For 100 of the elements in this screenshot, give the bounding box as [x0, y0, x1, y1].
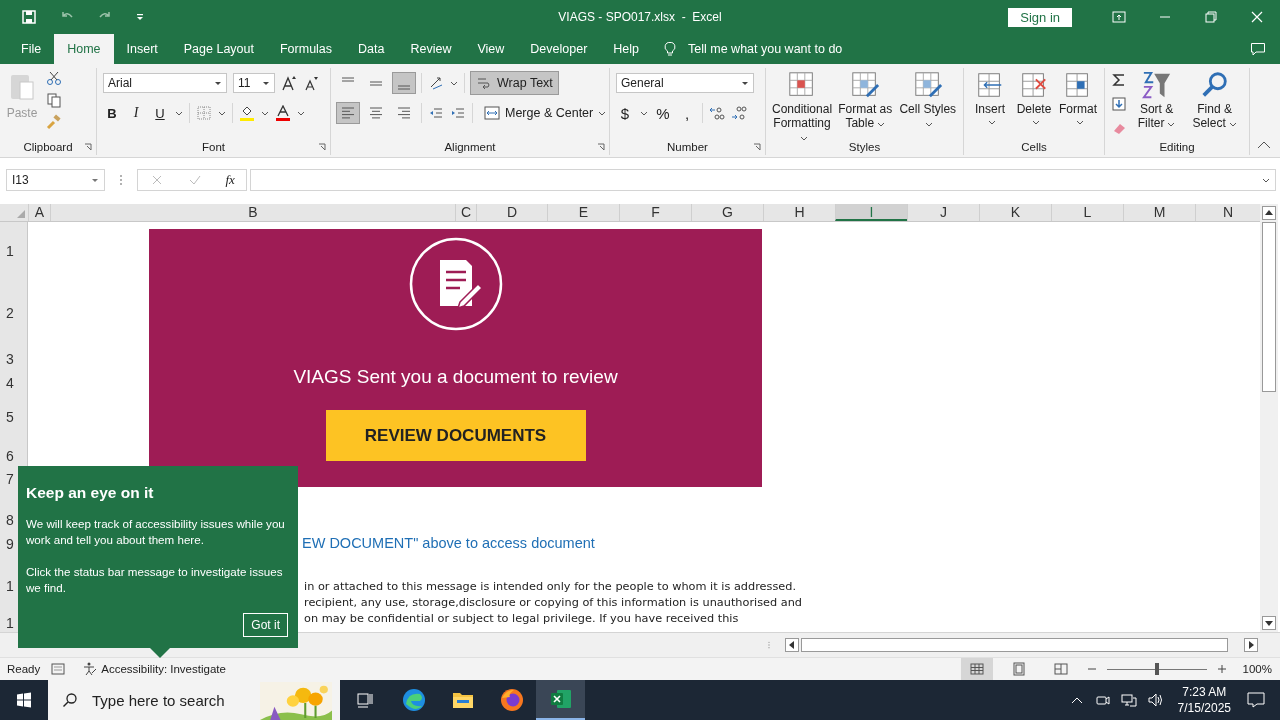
shrink-font-icon[interactable] — [303, 75, 319, 91]
got-it-button[interactable]: Got it — [243, 613, 288, 637]
row-header[interactable]: 5 — [6, 409, 14, 425]
styles-button[interactable]: Format as Table — [836, 70, 895, 130]
scrollbar-thumb[interactable] — [801, 638, 1228, 652]
copy-icon[interactable] — [46, 92, 62, 108]
underline-button[interactable]: U — [151, 103, 169, 123]
volume-icon[interactable] — [1146, 692, 1163, 708]
column-header[interactable]: J — [907, 204, 979, 221]
name-box[interactable]: I13 — [6, 169, 105, 191]
taskbar-search-field[interactable]: Type here to search — [48, 680, 340, 720]
scissors-icon[interactable] — [46, 70, 62, 86]
currency-button[interactable]: $ — [616, 103, 634, 123]
row-header[interactable]: 7 — [6, 471, 14, 487]
windows-start-icon[interactable] — [16, 692, 32, 708]
font-name-field[interactable]: Arial — [103, 73, 227, 93]
caret-icon[interactable] — [450, 79, 458, 87]
font-color-icon[interactable] — [275, 105, 291, 121]
ribbon-tab[interactable]: Home — [54, 34, 114, 64]
sigma-icon[interactable] — [1111, 72, 1127, 88]
column-header[interactable]: E — [547, 204, 619, 221]
row-header[interactable]: 1 — [6, 615, 14, 631]
italic-button[interactable]: I — [127, 103, 145, 123]
number-format-field[interactable]: General — [616, 73, 754, 93]
browser-icon[interactable] — [499, 688, 524, 712]
column-header[interactable]: A — [28, 204, 50, 221]
zoom-in-icon[interactable] — [1216, 664, 1227, 674]
increase-decimal-icon[interactable] — [709, 105, 725, 121]
increase-indent-icon[interactable] — [450, 105, 466, 121]
column-header[interactable]: M — [1123, 204, 1195, 221]
ribbon-tab[interactable]: File — [8, 34, 55, 64]
column-header[interactable]: C — [455, 204, 476, 221]
column-header[interactable]: I — [835, 204, 907, 221]
scroll-up-icon[interactable] — [1262, 206, 1276, 220]
customize-icon[interactable] — [135, 12, 145, 22]
ribbon-tab[interactable]: View — [464, 34, 518, 64]
column-header[interactable]: D — [476, 204, 547, 221]
styles-button[interactable]: Cell Styles — [898, 70, 957, 130]
editing-button[interactable]: Sort & Filter — [1131, 70, 1183, 130]
column-header[interactable]: B — [50, 204, 455, 221]
row-header[interactable]: 1 — [6, 578, 14, 594]
wrap-text-button[interactable]: Wrap Text — [471, 72, 558, 94]
caret-icon[interactable] — [218, 109, 226, 117]
bold-button[interactable]: B — [103, 103, 121, 123]
spreadsheet-app-icon[interactable] — [548, 687, 573, 711]
ribbon-tab[interactable]: Review — [397, 34, 465, 64]
insert-function-button[interactable]: fx — [225, 172, 235, 188]
network-icon[interactable] — [1120, 692, 1137, 708]
task-view-icon[interactable] — [354, 690, 375, 710]
clock-time[interactable]: 7:23 AM — [1182, 684, 1227, 700]
comment-icon[interactable] — [1250, 41, 1266, 57]
browser-icon[interactable] — [401, 688, 426, 712]
clock-date[interactable]: 7/15/2025 — [1177, 700, 1231, 716]
row-header[interactable]: 9 — [6, 536, 14, 552]
caret-icon[interactable] — [640, 109, 648, 117]
dialog-launcher-icon[interactable] — [318, 143, 326, 151]
caret-icon[interactable] — [175, 109, 183, 117]
zoom-slider[interactable] — [1106, 662, 1207, 676]
fill-color-icon[interactable] — [239, 105, 255, 121]
column-header[interactable]: L — [1051, 204, 1123, 221]
column-header[interactable]: F — [619, 204, 691, 221]
scroll-down-icon[interactable] — [1262, 616, 1276, 630]
ribbon-tab[interactable]: Page Layout — [170, 34, 267, 64]
grow-font-icon[interactable] — [281, 75, 297, 91]
editing-button[interactable]: Find & Select — [1186, 70, 1243, 130]
cells-button[interactable]: Insert — [970, 70, 1010, 126]
ribbon-tab[interactable]: Data — [345, 34, 398, 64]
cells-button[interactable]: Delete — [1014, 70, 1054, 126]
scroll-right-icon[interactable] — [1244, 638, 1258, 652]
row-header[interactable]: 3 — [6, 351, 14, 367]
close-icon[interactable] — [1249, 9, 1265, 25]
row-header[interactable]: 1 — [6, 243, 14, 259]
ribbon-tab[interactable]: Developer — [517, 34, 601, 64]
column-header[interactable]: G — [691, 204, 763, 221]
review-documents-button[interactable]: REVIEW DOCUMENTS — [325, 410, 586, 461]
horizontal-align-icon[interactable] — [337, 103, 359, 123]
ribbon-tab[interactable]: Help — [600, 34, 653, 64]
ribbon-tab[interactable]: Insert — [113, 34, 171, 64]
row-header[interactable]: 6 — [6, 448, 14, 464]
percent-button[interactable]: % — [654, 103, 672, 123]
fill-down-icon[interactable] — [1111, 96, 1127, 112]
decrease-decimal-icon[interactable] — [731, 105, 747, 121]
decrease-indent-icon[interactable] — [428, 105, 444, 121]
formula-input[interactable] — [250, 169, 1276, 191]
sign-in-button[interactable]: Sign in — [1008, 7, 1072, 27]
zoom-level-text[interactable]: 100% — [1242, 663, 1272, 675]
font-size-field[interactable]: 11 — [233, 73, 275, 93]
styles-button[interactable]: Conditional Formatting — [772, 70, 833, 144]
dialog-launcher-icon[interactable] — [597, 143, 605, 151]
scroll-left-icon[interactable] — [785, 638, 799, 652]
scrollbar-thumb[interactable] — [1262, 222, 1276, 392]
cells-button[interactable]: Format — [1058, 70, 1098, 126]
restore-icon[interactable] — [1203, 9, 1219, 25]
row-header[interactable]: 4 — [6, 375, 14, 391]
save-icon[interactable] — [21, 9, 37, 25]
column-header[interactable]: K — [979, 204, 1051, 221]
dialog-launcher-icon[interactable] — [753, 143, 761, 151]
caret-icon[interactable] — [261, 109, 269, 117]
comma-button[interactable]: , — [678, 103, 696, 123]
notifications-icon[interactable] — [1246, 690, 1266, 710]
